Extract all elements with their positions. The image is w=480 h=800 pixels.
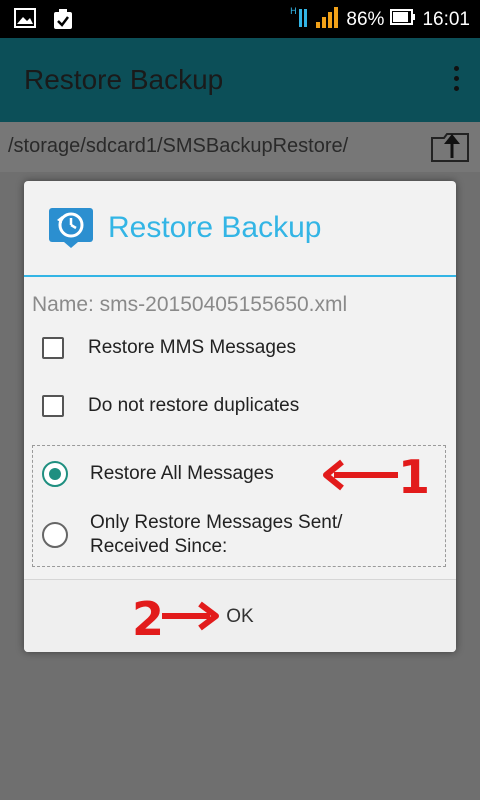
radio-label: Only Restore Messages Sent/ Received Sin… [90, 512, 343, 557]
annotation-step-1: 1 [398, 450, 431, 504]
radio-label: Restore All Messages [90, 463, 274, 484]
app-title: Restore Backup [24, 64, 224, 95]
restore-since-radio[interactable]: Only Restore Messages Sent/ Received Sin… [42, 511, 342, 559]
folder-up-icon[interactable] [430, 128, 470, 164]
restore-backup-dialog: Restore Backup Name: sms-20150405155650.… [24, 181, 456, 652]
annotation-arrow-left-icon [323, 459, 398, 491]
path-bar: /storage/sdcard1/SMSBackupRestore/ [0, 122, 480, 173]
current-path: /storage/sdcard1/SMSBackupRestore/ [8, 135, 349, 157]
backup-file-name: Name: sms-20150405155650.xml [32, 293, 348, 316]
dialog-title: Restore Backup [108, 211, 322, 244]
dialog-header: Restore Backup [24, 181, 456, 277]
restore-clock-icon [48, 207, 94, 249]
clipboard-check-icon [52, 8, 74, 34]
clock: 16:01 [422, 8, 470, 30]
restore-mms-checkbox[interactable]: Restore MMS Messages [42, 337, 296, 359]
battery-icon [390, 9, 416, 30]
cell-signal-icon [316, 6, 340, 33]
dialog-footer: OK [24, 579, 456, 652]
svg-text:H: H [290, 7, 297, 17]
checkbox-box[interactable] [42, 395, 64, 417]
ok-button[interactable]: OK [24, 580, 456, 652]
radio-button[interactable] [42, 522, 68, 548]
status-bar: H 86% 16:01 [0, 0, 480, 38]
checkbox-label: Do not restore duplicates [88, 395, 300, 416]
restore-all-radio[interactable]: Restore All Messages [42, 461, 274, 487]
app-bar: Restore Backup [0, 38, 480, 122]
checkbox-label: Restore MMS Messages [88, 337, 297, 358]
battery-percent: 86% [346, 8, 385, 30]
image-icon [14, 8, 36, 34]
checkbox-box[interactable] [42, 337, 64, 359]
radio-button-checked[interactable] [42, 461, 68, 487]
no-duplicates-checkbox[interactable]: Do not restore duplicates [42, 395, 299, 417]
overflow-menu-icon[interactable] [454, 66, 460, 96]
annotation-arrow-right-icon [162, 601, 219, 631]
network-signal-icon: H [290, 6, 310, 33]
